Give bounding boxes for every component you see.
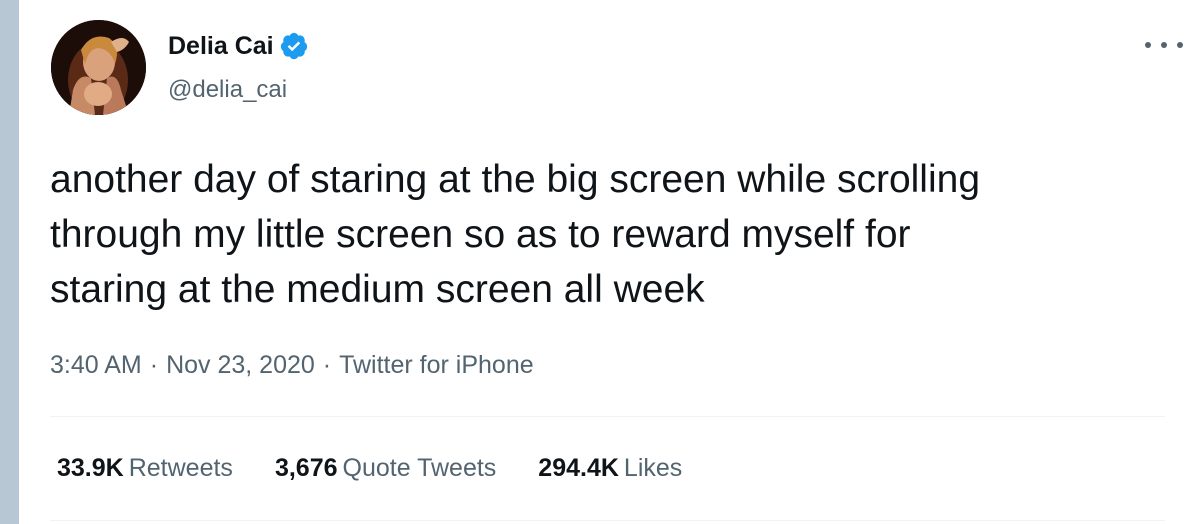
quote-tweets-stat[interactable]: 3,676 Quote Tweets [275,452,496,484]
left-edge-strip [0,0,19,524]
meta-separator: · [149,351,159,379]
meta-separator: · [322,351,332,379]
likes-count: 294.4K [538,454,619,482]
divider [50,416,1165,417]
tweet-source-link[interactable]: Twitter for iPhone [339,349,534,381]
more-icon-dot [1177,42,1183,48]
author-name-row[interactable]: Delia Cai [168,30,309,62]
tweet-metadata: 3:40 AM · Nov 23, 2020 · Twitter for iPh… [50,349,534,381]
display-name[interactable]: Delia Cai [168,30,274,62]
likes-label: Likes [623,454,683,482]
more-options-button[interactable] [1145,30,1183,60]
retweets-count: 33.9K [57,454,124,482]
more-icon-dot [1161,42,1167,48]
author-handle[interactable]: @delia_cai [168,75,287,105]
tweet-time-link[interactable]: 3:40 AM [50,349,142,381]
tweet-line: another day of staring at the big screen… [50,158,981,201]
tweet-line: through my little screen so as to reward… [50,213,911,256]
quote-tweets-label: Quote Tweets [342,454,497,482]
avatar[interactable] [51,20,146,115]
tweet-card: Delia Cai @delia_cai another day of star… [19,0,1200,524]
engagement-stats: 33.9K Retweets 3,676 Quote Tweets 294.4K Li… [57,452,724,484]
retweets-stat[interactable]: 33.9K Retweets [57,452,233,484]
tweet-date-link[interactable]: Nov 23, 2020 [166,349,315,381]
divider [50,520,1165,521]
avatar-photo [51,20,146,115]
likes-stat[interactable]: 294.4K Likes [538,452,682,484]
verified-badge-icon [279,31,309,61]
quote-tweets-count: 3,676 [274,454,338,482]
retweets-label: Retweets [128,454,233,482]
tweet-line: staring at the medium screen all week [50,268,705,311]
more-icon [1145,42,1151,48]
tweet-text: another day of staring at the big screen… [50,152,1160,317]
